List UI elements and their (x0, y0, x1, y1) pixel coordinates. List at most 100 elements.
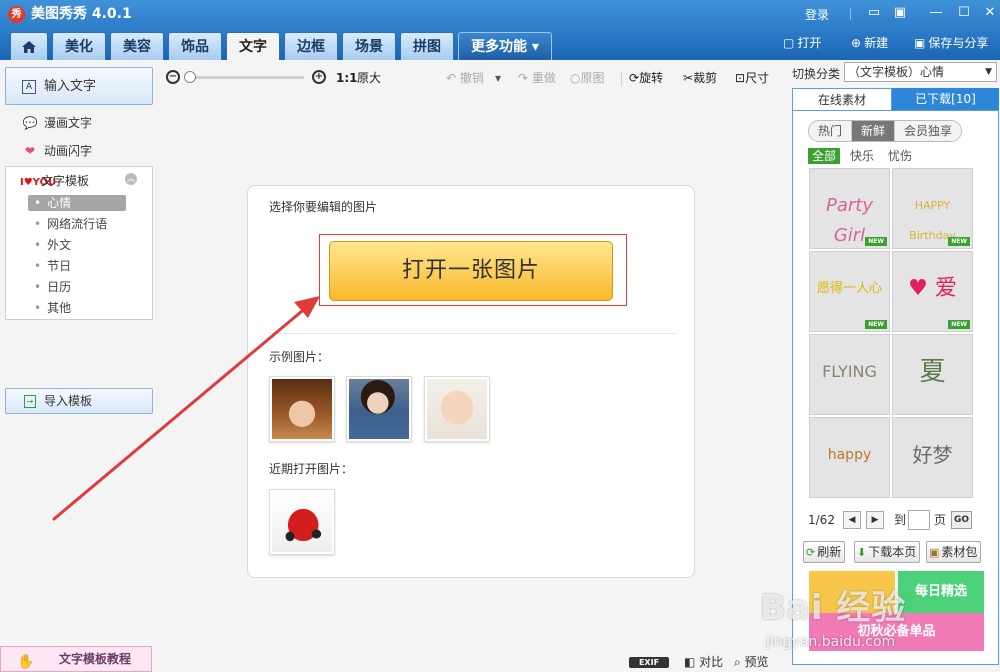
zoom-in-icon[interactable]: + (312, 70, 326, 84)
size-label: 尺寸 (745, 71, 770, 85)
speech-bubble-icon: 💬 (22, 116, 38, 130)
select-image-hint: 选择你要编辑的图片 (269, 200, 378, 214)
filter-members-only[interactable]: 会员独享 (895, 121, 962, 141)
minimize-button[interactable]: — (926, 4, 946, 22)
tab-accessories[interactable]: 饰品 (168, 32, 222, 60)
zoom-slider[interactable] (184, 76, 304, 79)
material-item[interactable]: 夏 (892, 334, 973, 415)
go-button[interactable]: GO (951, 511, 972, 529)
prev-page-button[interactable]: ◀ (843, 511, 861, 529)
manga-text-link[interactable]: 💬 漫画文字 (22, 114, 93, 131)
filter-hot[interactable]: 热门 (809, 121, 853, 141)
open-button[interactable]: ▢ 打开 (783, 34, 821, 52)
login-link[interactable]: 登录 (805, 6, 829, 23)
refresh-icon: ⟳ (806, 546, 816, 559)
undo-button[interactable]: ↶ 撤销 (446, 70, 484, 86)
next-page-button[interactable]: ▶ (866, 511, 884, 529)
template-item-calendar[interactable]: 日历 (28, 279, 126, 295)
material-item[interactable]: ♥ 爱 NEW (892, 251, 973, 332)
tab-frame[interactable]: 边框 (284, 32, 338, 60)
promo-daily-picks[interactable]: 每日精选 (898, 571, 984, 613)
import-template-button[interactable]: → 导入模板 (5, 388, 153, 414)
maximize-button[interactable]: ☐ (954, 4, 974, 22)
text-template-tutorial-link[interactable]: ✋ 文字模板教程 (0, 646, 152, 672)
refresh-label: 刷新 (817, 545, 842, 559)
app-window: 秀 美图秀秀 4.0.1 登录 ▭ ▣ — ☐ ✕ 美化 美容 饰品 文字 边框… (0, 0, 1000, 672)
new-label: 新建 (864, 36, 889, 50)
import-template-label: 导入模板 (44, 394, 93, 408)
resize-icon: ⊡ (735, 71, 746, 85)
template-item-mood[interactable]: 心情 (28, 195, 126, 211)
subfilter-all[interactable]: 全部 (808, 148, 841, 164)
new-badge: NEW (948, 237, 970, 246)
promo-tile-yellow[interactable] (809, 571, 895, 613)
filter-fresh[interactable]: 新鲜 (852, 121, 896, 141)
promo-autumn-essentials[interactable]: 初秋必备单品 (809, 613, 984, 651)
download-page-button[interactable]: ⬇ 下载本页 (854, 541, 921, 563)
zoom-slider-thumb[interactable] (184, 71, 196, 83)
collapse-chevron-icon[interactable]: ︽ (125, 173, 137, 185)
tab-collage[interactable]: 拼图 (400, 32, 454, 60)
ratio-1-1-button[interactable]: 1:1 (336, 70, 358, 86)
original-size-button[interactable]: 原大 (357, 70, 381, 86)
tab-home[interactable] (10, 32, 48, 60)
material-pack-button[interactable]: ▣ 素材包 (926, 541, 982, 563)
undo-icon: ↶ (446, 71, 460, 85)
crop-button[interactable]: ✂裁剪 (683, 70, 717, 86)
mood-subfilters: 全部 快乐 忧伤 (808, 148, 922, 164)
message-icon[interactable]: ▭ (864, 4, 884, 22)
sample-image-3[interactable] (424, 376, 490, 442)
subfilter-sad[interactable]: 忧伤 (884, 148, 916, 164)
material-item[interactable]: 愿得一人心 NEW (809, 251, 890, 332)
material-item[interactable]: FLYING (809, 334, 890, 415)
input-text-button[interactable]: A 输入文字 (5, 67, 153, 105)
text-template-section: I♥YOU文字模板 ︽ 心情 网络流行语 外文 节日 日历 其他 (5, 166, 153, 320)
recent-image-1[interactable] (269, 489, 335, 555)
material-item[interactable]: 好梦 (892, 417, 973, 498)
page-number-input[interactable] (908, 510, 930, 530)
sample-image-2[interactable] (346, 376, 412, 442)
tab-online-materials[interactable]: 在线素材 (792, 88, 892, 110)
template-item-internet-slang[interactable]: 网络流行语 (28, 216, 126, 232)
rotate-button[interactable]: ⟳旋转 (629, 70, 663, 86)
refresh-button[interactable]: ⟳ 刷新 (803, 541, 846, 563)
i-love-you-icon: I♥YOU (20, 177, 57, 188)
open-image-button[interactable]: 打开一张图片 (329, 241, 613, 301)
tab-downloaded[interactable]: 已下载[10] (892, 88, 999, 110)
text-a-icon: A (22, 79, 36, 94)
material-filter-group: 热门 新鲜 会员独享 (808, 120, 963, 142)
template-item-foreign[interactable]: 外文 (28, 237, 126, 253)
tab-text[interactable]: 文字 (226, 32, 280, 60)
new-badge: NEW (948, 320, 970, 329)
compare-button[interactable]: ◧ 对比 (684, 652, 723, 672)
material-item[interactable]: HAPPY Birthday NEW (892, 168, 973, 249)
new-button[interactable]: ⊕ 新建 (851, 34, 888, 52)
tab-scene[interactable]: 场景 (342, 32, 396, 60)
promo-banner[interactable]: 每日精选 初秋必备单品 (809, 571, 984, 651)
subfilter-happy[interactable]: 快乐 (846, 148, 878, 164)
tab-more-features[interactable]: 更多功能 ▾ (458, 32, 552, 60)
goto-label: 到 (894, 513, 907, 527)
animated-text-link[interactable]: ❤ 动画闪字 (22, 142, 92, 159)
redo-button[interactable]: ↷ 重做 (518, 70, 556, 86)
zoom-out-icon[interactable]: − (166, 70, 180, 84)
category-dropdown[interactable]: （文字模板）心情 ▼ (844, 62, 997, 82)
skin-menu-icon[interactable]: ▣ (890, 4, 910, 22)
exif-button[interactable]: EXIF (629, 657, 669, 668)
save-share-button[interactable]: ▣ 保存与分享 (914, 34, 988, 52)
template-item-holiday[interactable]: 节日 (28, 258, 126, 274)
material-item[interactable]: Party Girl NEW (809, 168, 890, 249)
sample-image-1[interactable] (269, 376, 335, 442)
template-item-other[interactable]: 其他 (28, 300, 126, 316)
size-button[interactable]: ⊡尺寸 (735, 70, 769, 86)
tab-beautify[interactable]: 美化 (52, 32, 106, 60)
edit-toolbar: − + 1:1 原大 ↶ 撤销 ▾ ↷ 重做 ○原图 ⟳旋转 ✂裁剪 ⊡尺寸 (160, 60, 785, 96)
text-template-header[interactable]: I♥YOU文字模板 (20, 172, 89, 189)
close-button[interactable]: ✕ (980, 4, 1000, 22)
preview-label: 预览 (744, 655, 769, 669)
preview-button[interactable]: ⌕ 预览 (734, 652, 769, 672)
material-item[interactable]: happy (809, 417, 890, 498)
original-image-button[interactable]: ○原图 (570, 70, 605, 86)
tab-beauty[interactable]: 美容 (110, 32, 164, 60)
undo-history-dropdown-icon[interactable]: ▾ (495, 70, 501, 86)
